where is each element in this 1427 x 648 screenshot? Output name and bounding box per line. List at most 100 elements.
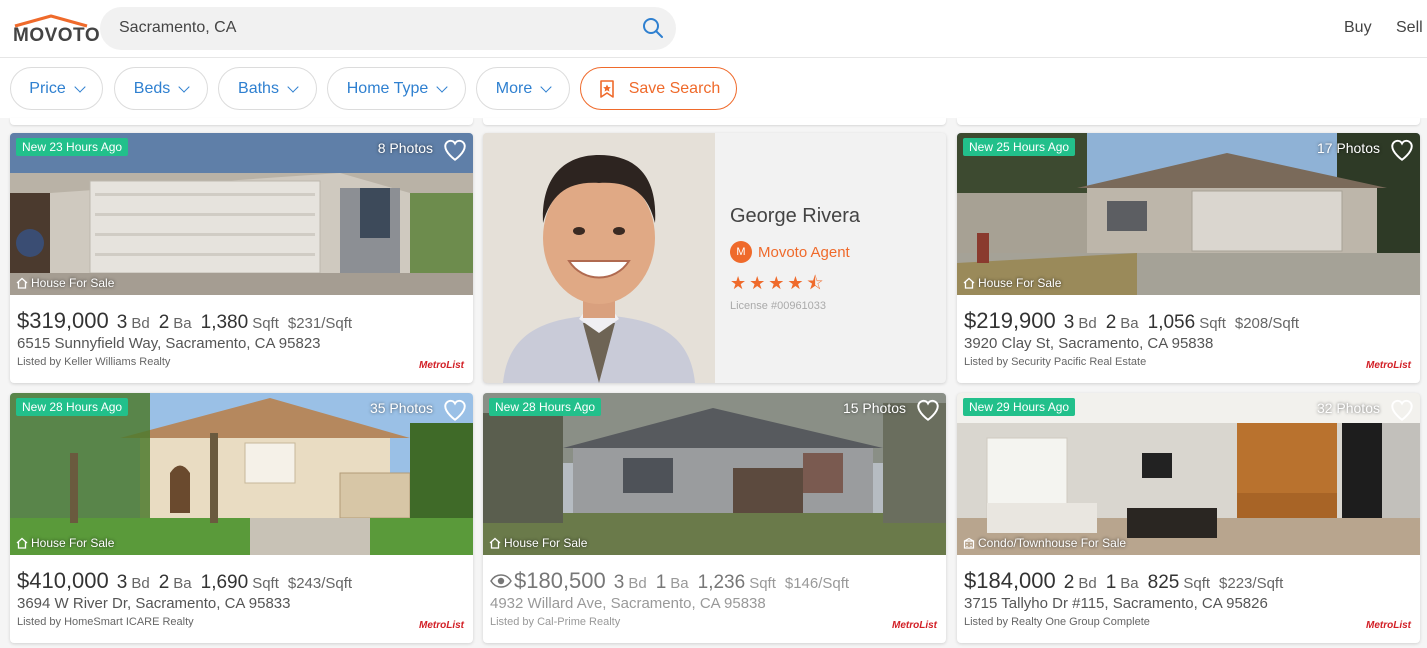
metrolist-logo: MetroList [1366,620,1411,631]
listing-card[interactable]: New 29 Hours Ago 32 Photos Condo/Townhou… [957,393,1420,643]
listing-photo[interactable]: New 23 Hours Ago 8 Photos House For Sale [10,133,473,295]
house-photo [10,393,473,555]
beds-count: 3 [613,572,625,593]
baths-count: 2 [1105,312,1117,333]
beds-filter-button[interactable]: Beds [114,67,208,110]
metrolist-logo: MetroList [1366,360,1411,371]
sqft-count: 1,690 [200,572,249,593]
beds-count: 2 [1063,572,1075,593]
agent-role: M Movoto Agent [730,241,850,263]
photo-count[interactable]: 8 Photos [378,140,433,156]
header: MOVOTO Buy Sell [0,0,1427,58]
photo-count[interactable]: 35 Photos [370,400,433,416]
beds-count: 3 [116,312,128,333]
agent-portrait [483,133,715,383]
filter-bar: Price Beds Baths Home Type More Save Sea… [0,58,1427,118]
price-per-sqft: $146/Sqft [784,575,850,592]
agent-license: License #00961033 [730,300,827,312]
search-bar[interactable] [100,7,676,50]
photo-count[interactable]: 15 Photos [843,400,906,416]
house-icon [963,277,975,289]
price-line: $219,900 3 Bd 2 Ba 1,056 Sqft $208/Sqft [964,308,1414,334]
movoto-logo[interactable]: MOVOTO [13,14,100,46]
property-type: House For Sale [16,276,114,290]
photo-count[interactable]: 32 Photos [1317,400,1380,416]
more-filter-button[interactable]: More [476,67,570,110]
listing-photo[interactable]: New 25 Hours Ago 17 Photos House For Sal… [957,133,1420,295]
previous-card-edge [957,118,1420,125]
beds-count: 3 [1063,312,1075,333]
save-search-button[interactable]: Save Search [580,67,737,110]
baths-unit: Ba [670,575,689,592]
metrolist-logo: MetroList [419,620,464,631]
listing-card[interactable]: New 23 Hours Ago 8 Photos House For Sale… [10,133,473,383]
beds-unit: Bd [131,315,150,332]
listing-card[interactable]: New 28 Hours Ago 35 Photos House For Sal… [10,393,473,643]
heart-icon[interactable] [442,397,468,423]
house-photo [10,133,473,295]
listing-address[interactable]: 3920 Clay St, Sacramento, CA 95838 [964,335,1414,352]
listing-address[interactable]: 6515 Sunnyfield Way, Sacramento, CA 9582… [17,335,467,352]
sqft-unit: Sqft [1199,315,1226,332]
agent-rating-stars: ★★★★⯪ [730,273,827,293]
movoto-agent-icon: M [730,241,752,263]
property-type-label: House For Sale [504,536,588,550]
baths-count: 2 [158,572,170,593]
listing-address[interactable]: 3694 W River Dr, Sacramento, CA 95833 [17,595,467,612]
agent-name[interactable]: George Rivera [730,205,860,228]
price-line: $410,000 3 Bd 2 Ba 1,690 Sqft $243/Sqft [17,568,467,594]
metrolist-logo: MetroList [892,620,937,631]
price-per-sqft: $208/Sqft [1234,315,1300,332]
home-type-filter-button[interactable]: Home Type [327,67,466,110]
home-type-filter-label: Home Type [346,79,429,97]
listing-price: $410,000 [17,568,109,593]
baths-unit: Ba [173,315,192,332]
listing-card[interactable]: New 28 Hours Ago 15 Photos House For Sal… [483,393,946,643]
listing-photo[interactable]: New 28 Hours Ago 35 Photos House For Sal… [10,393,473,555]
nav-buy[interactable]: Buy [1344,19,1372,37]
property-type: House For Sale [489,536,587,550]
house-photo [483,393,946,555]
listing-card[interactable]: New 25 Hours Ago 17 Photos House For Sal… [957,133,1420,383]
baths-unit: Ba [173,575,192,592]
heart-icon[interactable] [915,397,941,423]
property-type-label: House For Sale [31,536,115,550]
chevron-down-icon [74,80,86,93]
listing-address[interactable]: 3715 Tallyho Dr #115, Sacramento, CA 958… [964,595,1414,612]
previous-card-edge [10,118,473,125]
property-type: Condo/Townhouse For Sale [963,536,1126,550]
viewed-eye-icon [490,574,512,588]
listing-photo[interactable]: New 29 Hours Ago 32 Photos Condo/Townhou… [957,393,1420,555]
beds-unit: Bd [1078,575,1097,592]
baths-filter-label: Baths [238,79,279,97]
listing-address[interactable]: 4932 Willard Ave, Sacramento, CA 95838 [490,595,940,612]
sqft-count: 1,380 [200,312,249,333]
agent-card[interactable]: George Rivera M Movoto Agent ★★★★⯪ Licen… [483,133,946,383]
house-icon [489,537,501,549]
nav-sell[interactable]: Sell [1396,19,1423,37]
photo-count[interactable]: 17 Photos [1317,140,1380,156]
search-icon[interactable] [642,17,664,39]
bookmark-star-icon [599,79,614,98]
listing-info: $219,900 3 Bd 2 Ba 1,056 Sqft $208/Sqft 392… [964,308,1414,368]
heart-icon[interactable] [442,137,468,163]
listing-photo[interactable]: New 28 Hours Ago 15 Photos House For Sal… [483,393,946,555]
sqft-unit: Sqft [252,575,279,592]
logo-text: MOVOTO [13,25,101,46]
listing-price: $319,000 [17,308,109,333]
sqft-count: 1,056 [1147,312,1196,333]
chevron-down-icon [287,80,299,93]
previous-card-edge [483,118,946,125]
new-listing-badge: New 25 Hours Ago [963,138,1076,156]
search-input[interactable] [119,19,619,37]
beds-unit: Bd [1078,315,1097,332]
listing-info: $410,000 3 Bd 2 Ba 1,690 Sqft $243/Sqft 369… [17,568,467,628]
listing-info: $184,000 2 Bd 1 Ba 825 Sqft $223/Sqft 3715 … [964,568,1414,628]
heart-icon[interactable] [1389,397,1415,423]
baths-filter-button[interactable]: Baths [218,67,317,110]
sqft-count: 825 [1147,572,1180,593]
heart-icon[interactable] [1389,137,1415,163]
price-filter-button[interactable]: Price [10,67,103,110]
house-icon [16,537,28,549]
beds-unit: Bd [131,575,150,592]
